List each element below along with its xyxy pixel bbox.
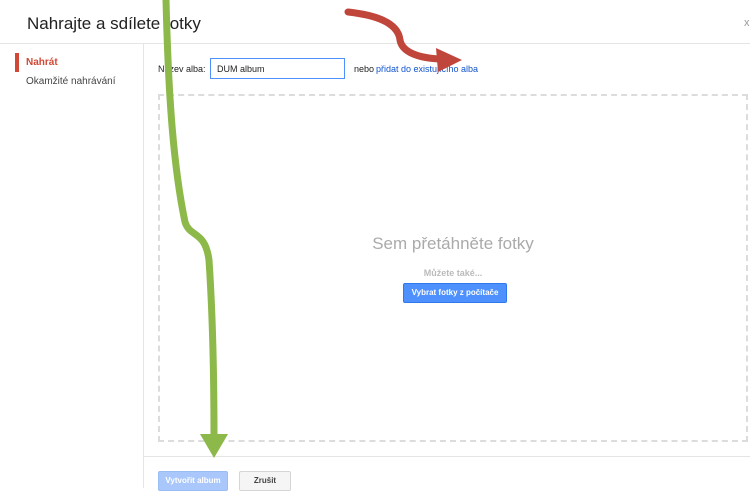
album-name-input[interactable] — [210, 58, 345, 79]
drop-zone-also-text: Můžete také... — [423, 268, 483, 278]
or-text: nebo — [354, 64, 375, 74]
sidebar: Nahrát Okamžité nahrávání — [0, 44, 144, 488]
drop-zone-heading: Sem přetáhněte fotky — [372, 234, 534, 253]
cancel-button[interactable]: Zrušit — [239, 471, 291, 491]
select-photos-button[interactable]: Vybrat fotky z počítače — [403, 283, 507, 303]
album-name-label: Název alba: — [158, 64, 206, 74]
photo-drop-zone[interactable]: Sem přetáhněte fotky Můžete také... Vybr… — [158, 94, 748, 442]
dialog-title: Nahrajte a sdílete fotky — [27, 14, 201, 33]
close-icon[interactable]: x — [744, 17, 750, 29]
dialog-header: Nahrajte a sdílete fotky x — [0, 0, 750, 44]
create-album-button[interactable]: Vytvořit album — [158, 471, 228, 491]
dialog-footer: Vytvořit album Zrušit — [144, 456, 750, 491]
active-item-marker — [15, 53, 19, 72]
add-to-existing-album-link[interactable]: přidat do existujícího alba — [376, 64, 478, 74]
sidebar-item-upload[interactable]: Nahrát — [26, 57, 58, 68]
sidebar-item-instant-upload[interactable]: Okamžité nahrávání — [26, 76, 116, 87]
